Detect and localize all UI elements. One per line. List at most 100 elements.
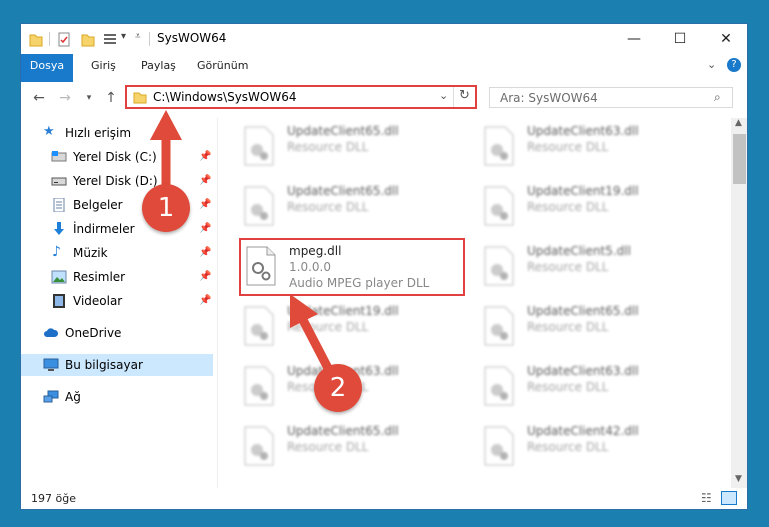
dll-file-icon <box>244 306 274 346</box>
tab-home[interactable]: Giriş <box>91 54 116 78</box>
vertical-scrollbar[interactable]: ▲ ▼ <box>731 118 747 488</box>
dll-file-icon <box>244 126 274 166</box>
folder-icon <box>133 92 147 104</box>
sidebar-item-label: Hızlı erişim <box>65 126 132 140</box>
file-name: UpdateClient5.dll <box>527 244 631 258</box>
file-name: UpdateClient65.dll <box>287 184 399 198</box>
sidebar-item-label: Videolar <box>73 294 123 308</box>
file-name: UpdateClient65.dll <box>287 124 399 138</box>
scroll-up-icon[interactable]: ▲ <box>735 118 742 128</box>
videos-icon <box>53 294 65 308</box>
dll-file-icon <box>244 426 274 466</box>
callout-1: 1 <box>142 184 190 232</box>
folder-icon <box>29 34 43 47</box>
file-description: Resource DLL <box>527 380 609 394</box>
sidebar-item-local-disk-d[interactable]: Yerel Disk (D:) 📌 <box>21 170 213 192</box>
quick-access-toolbar-arrow-icon[interactable]: ⩡ <box>135 31 141 42</box>
star-icon: ★ <box>43 124 55 139</box>
file-item[interactable]: UpdateClient65.dll Resource DLL <box>221 122 451 174</box>
file-item[interactable]: UpdateClient42.dll Resource DLL <box>461 422 691 474</box>
scrollbar-thumb[interactable] <box>733 134 746 184</box>
drive-icon <box>51 151 67 162</box>
file-list: UpdateClient65.dll Resource DLL UpdateCl… <box>221 118 731 488</box>
item-count: 197 öğe <box>31 492 76 505</box>
ribbon: Dosya Giriş Paylaş Görünüm ⌄ ? <box>21 54 747 106</box>
file-item[interactable]: UpdateClient63.dll Resource DLL <box>461 122 691 174</box>
tab-share[interactable]: Paylaş <box>141 54 176 78</box>
maximize-button[interactable]: ☐ <box>657 24 703 54</box>
file-item[interactable]: UpdateClient19.dll Resource DLL <box>461 182 691 234</box>
back-button[interactable]: ← <box>29 88 49 108</box>
search-box[interactable]: Ara: SysWOW64 ⌕ <box>489 87 733 108</box>
sidebar-item-pictures[interactable]: Resimler 📌 <box>21 266 213 288</box>
pictures-icon <box>51 270 67 284</box>
sidebar-item-label: Resimler <box>73 270 126 284</box>
file-description: Resource DLL <box>527 440 609 454</box>
pin-icon[interactable]: 📌 <box>199 218 211 240</box>
search-icon[interactable]: ⌕ <box>714 90 721 105</box>
dll-file-icon <box>244 366 274 406</box>
file-name: UpdateClient19.dll <box>287 304 399 318</box>
recent-locations-button[interactable]: ▾ <box>79 88 99 108</box>
scroll-down-icon[interactable]: ▼ <box>735 474 742 484</box>
dll-file-icon <box>484 246 514 286</box>
refresh-icon[interactable]: ↻ <box>459 88 470 103</box>
sidebar-item-label: Bu bilgisayar <box>65 358 143 372</box>
sidebar-item-this-pc[interactable]: Bu bilgisayar <box>21 354 213 376</box>
file-description: Resource DLL <box>527 320 609 334</box>
properties-icon[interactable] <box>57 32 71 48</box>
minimize-button[interactable]: — <box>611 24 657 54</box>
dropdown-arrow-icon[interactable]: ▾ <box>121 31 126 42</box>
file-name: UpdateClient19.dll <box>527 184 639 198</box>
new-folder-icon[interactable] <box>81 32 95 48</box>
pin-icon[interactable]: 📌 <box>199 194 211 216</box>
forward-button[interactable]: → <box>55 88 75 108</box>
sidebar-item-music[interactable]: ♪ Müzik 📌 <box>21 242 213 264</box>
file-description: Resource DLL <box>287 440 369 454</box>
dll-file-icon <box>484 306 514 346</box>
tiles-view-icon[interactable] <box>721 491 737 505</box>
file-item[interactable]: UpdateClient5.dll Resource DLL <box>461 242 691 294</box>
close-button[interactable]: ✕ <box>703 24 747 54</box>
tab-view[interactable]: Görünüm <box>197 54 248 78</box>
file-item[interactable]: UpdateClient65.dll Resource DLL <box>221 182 451 234</box>
close-icon: ✕ <box>720 31 732 47</box>
pin-icon[interactable]: 📌 <box>199 146 211 168</box>
file-item[interactable]: UpdateClient63.dll Resource DLL <box>461 362 691 414</box>
network-icon <box>43 390 59 403</box>
customize-icon[interactable] <box>103 32 117 48</box>
up-arrow-icon: ↑ <box>105 90 117 106</box>
details-view-icon[interactable]: ☷ <box>701 491 712 505</box>
window-title: SysWOW64 <box>157 31 227 45</box>
file-name: UpdateClient63.dll <box>527 364 639 378</box>
pin-icon[interactable]: 📌 <box>199 266 211 288</box>
mpeg-highlight-box <box>239 238 465 296</box>
chevron-down-icon[interactable]: ⌄ <box>439 89 448 102</box>
pin-icon[interactable]: 📌 <box>199 242 211 264</box>
up-button[interactable]: ↑ <box>101 88 121 108</box>
sidebar-item-network[interactable]: Ağ <box>21 386 213 408</box>
music-icon: ♪ <box>52 244 61 260</box>
back-arrow-icon: ← <box>33 90 45 106</box>
expand-ribbon-icon[interactable]: ⌄ <box>707 58 716 71</box>
download-icon <box>54 222 64 235</box>
callout-2: 2 <box>314 364 362 412</box>
maximize-icon: ☐ <box>673 31 687 47</box>
pin-icon[interactable]: 📌 <box>199 290 211 312</box>
sidebar-item-local-disk-c[interactable]: Yerel Disk (C:) 📌 <box>21 146 213 168</box>
file-item[interactable]: UpdateClient19.dll Resource DLL <box>221 302 451 354</box>
sidebar-item-label: İndirmeler <box>73 222 135 236</box>
file-item[interactable]: UpdateClient65.dll Resource DLL <box>461 302 691 354</box>
file-description: Resource DLL <box>287 140 369 154</box>
help-icon[interactable]: ? <box>727 58 741 72</box>
pin-icon[interactable]: 📌 <box>199 170 211 192</box>
minimize-icon: — <box>627 31 641 47</box>
cloud-icon <box>44 328 59 337</box>
file-item[interactable]: UpdateClient65.dll Resource DLL <box>221 422 451 474</box>
title-bar: ▾ ⩡ SysWOW64 — ☐ ✕ <box>21 24 747 54</box>
address-bar[interactable]: C:\Windows\SysWOW64 ⌄ ↻ <box>125 85 477 109</box>
sidebar-item-onedrive[interactable]: OneDrive <box>21 322 213 344</box>
sidebar-item-quick-access[interactable]: ★ Hızlı erişim <box>21 122 213 144</box>
file-name: UpdateClient65.dll <box>287 424 399 438</box>
sidebar-item-videos[interactable]: Videolar 📌 <box>21 290 213 312</box>
